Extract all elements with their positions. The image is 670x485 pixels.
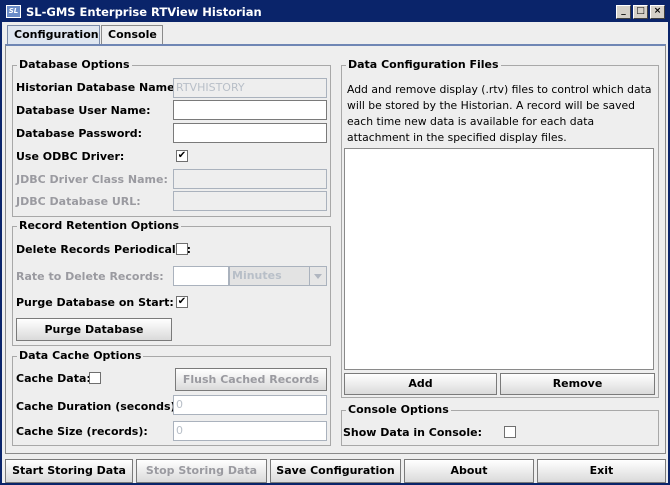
delete-periodically-label: Delete Records Periodically: (16, 243, 192, 256)
rate-to-delete-field[interactable] (173, 266, 229, 286)
window-title: SL-GMS Enterprise RTView Historian (26, 5, 262, 19)
rate-to-delete-label: Rate to Delete Records: (16, 270, 164, 283)
display-files-list[interactable] (344, 148, 654, 370)
data-config-files-title: Data Configuration Files (346, 58, 501, 72)
close-button[interactable]: × (650, 5, 665, 19)
purge-database-button[interactable]: Purge Database (16, 318, 172, 341)
use-odbc-label: Use ODBC Driver: (16, 150, 125, 163)
cache-duration-label: Cache Duration (seconds): (16, 400, 180, 413)
remove-file-button[interactable]: Remove (500, 373, 655, 395)
db-password-label: Database Password: (16, 127, 143, 140)
rate-unit-select[interactable]: Minutes (229, 266, 327, 286)
console-options-title: Console Options (346, 403, 451, 417)
use-odbc-checkbox[interactable]: ✔ (176, 150, 188, 162)
start-storing-data-button[interactable]: Start Storing Data (5, 459, 133, 483)
historian-window: SL SL-GMS Enterprise RTView Historian _ … (0, 0, 670, 485)
historian-db-name-label: Historian Database Name: (16, 81, 179, 94)
cache-duration-field[interactable]: 0 (173, 395, 327, 415)
record-retention-title: Record Retention Options (17, 219, 182, 233)
jdbc-url-field[interactable] (173, 191, 327, 211)
tab-console[interactable]: Console (101, 25, 163, 44)
cache-data-label: Cache Data: (16, 372, 91, 385)
flush-cached-records-button[interactable]: Flush Cached Records (175, 368, 327, 391)
db-user-name-field[interactable] (173, 100, 327, 120)
save-configuration-button[interactable]: Save Configuration (270, 459, 401, 483)
minimize-button[interactable]: _ (616, 5, 631, 19)
maximize-button[interactable]: □ (633, 5, 648, 19)
cache-data-checkbox[interactable] (89, 372, 101, 384)
exit-button[interactable]: Exit (537, 459, 666, 483)
stop-storing-data-button[interactable]: Stop Storing Data (136, 459, 267, 483)
data-config-description: Add and remove display (.rtv) files to c… (347, 83, 652, 144)
show-data-in-console-checkbox[interactable] (504, 426, 516, 438)
db-password-field[interactable] (173, 123, 327, 143)
historian-db-name-field[interactable]: RTVHISTORY (173, 78, 327, 98)
about-button[interactable]: About (404, 459, 534, 483)
chevron-down-icon[interactable] (309, 267, 326, 285)
tab-configuration[interactable]: Configuration (7, 25, 100, 44)
jdbc-driver-field[interactable] (173, 169, 327, 189)
purge-on-start-label: Purge Database on Start: (16, 296, 174, 309)
rate-unit-value: Minutes (232, 269, 282, 282)
title-bar[interactable]: SL SL-GMS Enterprise RTView Historian _ … (2, 2, 668, 22)
data-cache-title: Data Cache Options (17, 349, 144, 363)
database-options-title: Database Options (17, 58, 132, 72)
add-file-button[interactable]: Add (344, 373, 497, 395)
jdbc-url-label: JDBC Database URL: (16, 195, 141, 208)
jdbc-driver-label: JDBC Driver Class Name: (16, 173, 168, 186)
show-data-in-console-label: Show Data in Console: (343, 426, 482, 439)
db-user-name-label: Database User Name: (16, 104, 151, 117)
delete-periodically-checkbox[interactable] (176, 243, 188, 255)
purge-on-start-checkbox[interactable]: ✔ (176, 296, 188, 308)
cache-size-field[interactable]: 0 (173, 421, 327, 441)
cache-size-label: Cache Size (records): (16, 425, 148, 438)
app-logo-icon: SL (6, 5, 21, 18)
